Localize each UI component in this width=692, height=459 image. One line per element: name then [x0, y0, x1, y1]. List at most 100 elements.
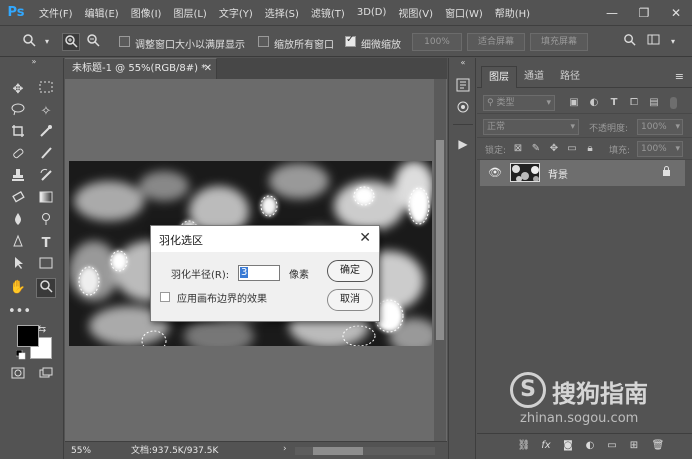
move-tool-icon[interactable]: ✥ [8, 80, 28, 100]
filter-adjustment-icon[interactable]: ◐ [587, 96, 601, 110]
zoom-in-icon[interactable] [62, 33, 80, 51]
trash-icon[interactable]: 🗑︎ [651, 439, 665, 453]
dialog-title: 羽化选区 [159, 234, 203, 247]
panel-menu-icon[interactable]: ≡ [675, 70, 684, 83]
adjustment-icon[interactable]: ◐ [583, 439, 597, 453]
menu-filter[interactable]: 滤镜(T) [311, 5, 345, 20]
menu-edit[interactable]: 编辑(E) [85, 5, 119, 20]
menu-3d[interactable]: 3D(D) [357, 7, 387, 18]
layer-row-background[interactable]: 👁︎ 背景 [480, 160, 685, 186]
tab-channels[interactable]: 通道 [517, 66, 551, 88]
menu-view[interactable]: 视图(V) [398, 5, 433, 20]
menu-layer[interactable]: 图层(L) [173, 5, 206, 20]
lock-artboard-icon[interactable]: ▭ [565, 142, 579, 156]
menu-help[interactable]: 帮助(H) [495, 5, 530, 20]
workspace-chevron-icon[interactable]: ▾ [664, 33, 682, 51]
fit-screen-button[interactable]: 适合屏幕 [467, 33, 525, 51]
zoom-tool-icon[interactable] [20, 33, 38, 51]
zoom-level-field[interactable]: 55% [71, 444, 101, 458]
fill-field[interactable]: 100% ▾ [637, 141, 683, 157]
fx-icon[interactable]: fx [539, 439, 553, 453]
lock-image-icon[interactable]: ✎ [529, 142, 543, 156]
default-colors-icon[interactable] [15, 349, 26, 360]
foreground-color-swatch[interactable] [17, 325, 39, 347]
filter-toggle[interactable] [670, 97, 677, 109]
blend-mode-select[interactable]: 正常 ▾ [483, 119, 579, 135]
type-tool-icon[interactable]: T [36, 234, 56, 254]
filter-pixel-icon[interactable]: ▣ [567, 96, 581, 110]
gradient-tool-icon[interactable] [36, 190, 56, 210]
zoom-tool-icon[interactable] [36, 278, 56, 298]
close-tab-icon[interactable]: ✕ [204, 59, 212, 79]
filter-shape-icon[interactable]: ⧠ [627, 96, 641, 110]
chevron-down-icon: ▾ [570, 122, 575, 132]
scrubby-zoom-checkbox[interactable] [345, 34, 356, 47]
history-brush-tool-icon[interactable] [36, 168, 56, 188]
apply-canvas-bounds-checkbox[interactable] [160, 292, 170, 302]
collapse-toolbar-icon[interactable]: » [24, 58, 44, 66]
lock-position-icon[interactable]: ✥ [547, 142, 561, 156]
tool-preset-chevron-icon[interactable]: ▾ [38, 33, 56, 51]
opacity-field[interactable]: 100% ▾ [637, 119, 683, 135]
brush-tool-icon[interactable] [36, 146, 56, 166]
tab-layers[interactable]: 图层 [481, 66, 517, 88]
status-menu-chevron-icon[interactable]: › [283, 444, 287, 454]
layer-name[interactable]: 背景 [548, 166, 568, 181]
ok-button[interactable]: 确定 [327, 260, 373, 282]
close-window-button[interactable]: ✕ [660, 0, 692, 26]
lock-transparent-icon[interactable]: ⊠ [511, 142, 525, 156]
group-icon[interactable]: ▭ [605, 439, 619, 453]
menu-window[interactable]: 窗口(W) [445, 5, 483, 20]
feather-radius-input[interactable]: 3 [238, 265, 280, 281]
link-icon[interactable]: ⛓ [517, 439, 531, 453]
zoom-all-checkbox[interactable] [258, 36, 269, 47]
menu-select[interactable]: 选择(S) [265, 5, 299, 20]
horizontal-scroll-thumb[interactable] [313, 447, 363, 455]
cancel-button[interactable]: 取消 [327, 289, 373, 311]
history-panel-icon[interactable] [455, 78, 471, 94]
restore-button[interactable]: ❐ [628, 0, 660, 26]
mask-icon[interactable]: ◙ [561, 439, 575, 453]
search-icon[interactable] [620, 33, 638, 51]
workspace-icon[interactable] [644, 33, 662, 51]
magic-wand-tool-icon[interactable]: ✧ [36, 102, 56, 122]
document-tab[interactable]: 未标题-1 @ 55%(RGB/8#) * ✕ [65, 58, 217, 79]
tab-paths[interactable]: 路径 [553, 66, 587, 88]
filter-type-icon[interactable]: T [607, 96, 621, 110]
lasso-tool-icon[interactable] [8, 102, 28, 122]
zoom-100-button[interactable]: 100% [412, 33, 462, 51]
close-icon[interactable]: ✕ [359, 230, 371, 246]
crop-tool-icon[interactable] [8, 124, 28, 144]
fill-screen-button[interactable]: 填充屏幕 [530, 33, 588, 51]
clone-stamp-tool-icon[interactable] [8, 168, 28, 188]
hand-tool-icon[interactable]: ✋ [8, 278, 28, 298]
vertical-scroll-thumb[interactable] [436, 140, 444, 340]
dodge-tool-icon[interactable] [36, 212, 56, 232]
eye-icon[interactable]: 👁︎ [488, 167, 502, 179]
blur-tool-icon[interactable] [8, 212, 28, 232]
lock-all-icon[interactable]: 🔒︎ [583, 142, 597, 156]
screen-mode-icon[interactable] [36, 366, 56, 386]
new-layer-icon[interactable]: ⊞ [627, 439, 641, 453]
marquee-tool-icon[interactable] [36, 80, 56, 100]
quick-mask-icon[interactable] [8, 366, 28, 386]
zoom-out-icon[interactable] [84, 33, 102, 51]
menu-image[interactable]: 图像(I) [131, 5, 162, 20]
more-tools-icon[interactable]: ••• [8, 302, 31, 322]
path-selection-tool-icon[interactable] [8, 256, 28, 276]
menu-type[interactable]: 文字(Y) [219, 5, 253, 20]
eyedropper-tool-icon[interactable] [36, 124, 56, 144]
healing-brush-tool-icon[interactable] [8, 146, 28, 166]
resize-windows-checkbox[interactable] [119, 36, 130, 47]
rectangle-tool-icon[interactable] [36, 256, 56, 276]
pen-tool-icon[interactable] [8, 234, 28, 254]
eraser-tool-icon[interactable] [8, 190, 28, 210]
menu-file[interactable]: 文件(F) [39, 5, 73, 20]
zoom-all-label: 缩放所有窗口 [274, 40, 334, 51]
minimize-button[interactable]: — [596, 0, 628, 26]
actions-play-icon[interactable]: ▶ [455, 136, 471, 152]
filter-smart-object-icon[interactable]: ▤ [647, 96, 661, 110]
properties-panel-icon[interactable] [455, 100, 471, 116]
filter-kind-select[interactable]: ⚲ 类型 ▾ [483, 95, 555, 111]
expand-panels-icon[interactable]: « [455, 58, 471, 68]
